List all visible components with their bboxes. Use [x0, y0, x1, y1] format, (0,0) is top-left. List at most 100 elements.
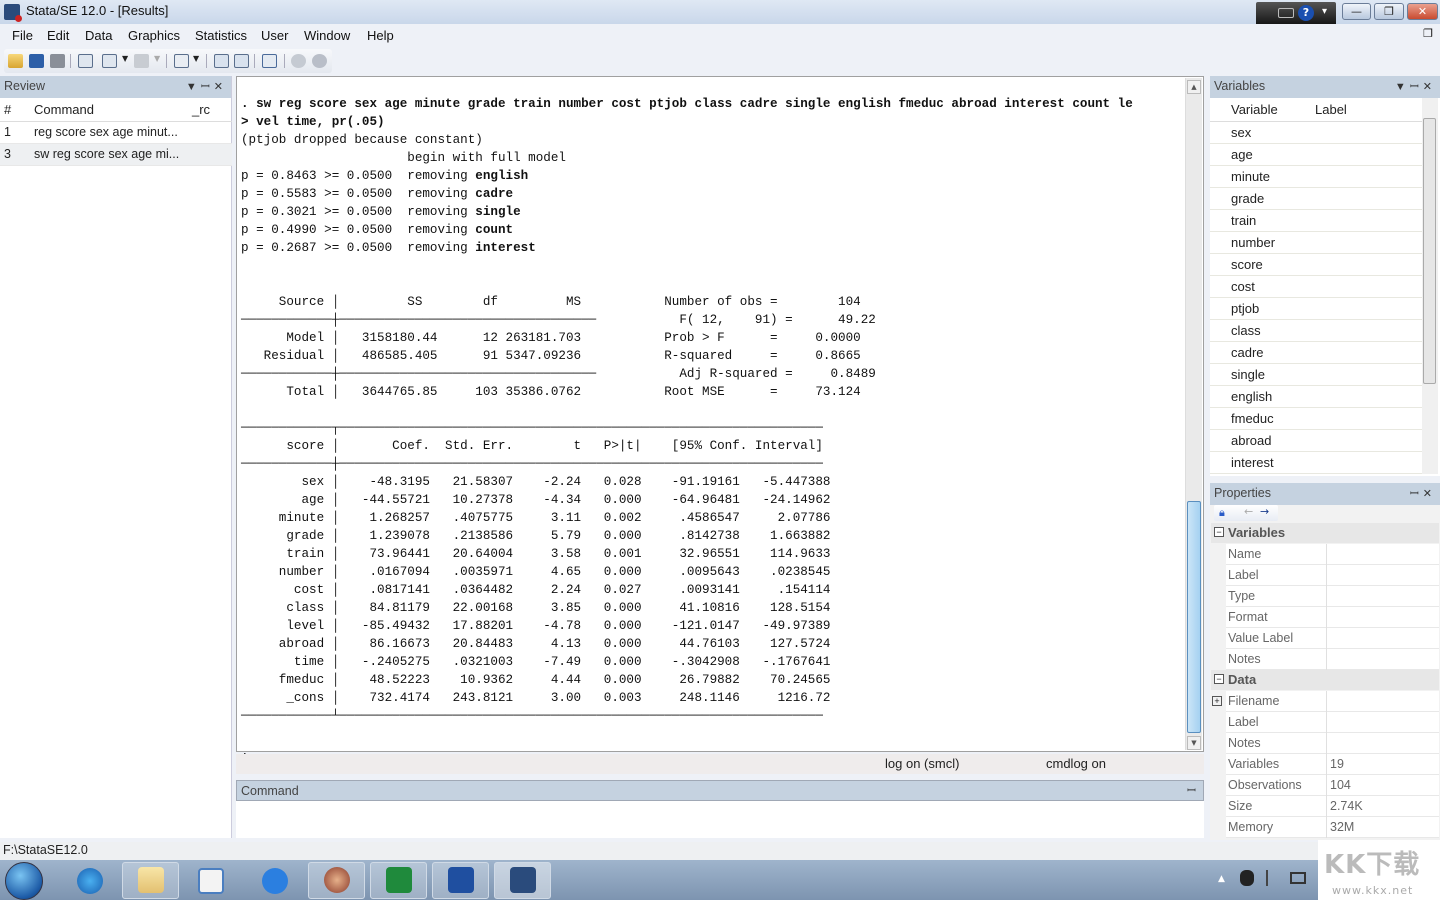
variable-row[interactable]: sex	[1210, 122, 1422, 144]
menu-user[interactable]: User	[261, 28, 288, 43]
media-player-icon[interactable]	[198, 868, 224, 894]
viewer-icon[interactable]	[102, 54, 117, 68]
variable-row[interactable]: class	[1210, 320, 1422, 342]
variable-row[interactable]: abroad	[1210, 430, 1422, 452]
save-icon[interactable]	[29, 54, 44, 68]
expand-icon[interactable]: +	[1212, 696, 1222, 706]
variable-row[interactable]: age	[1210, 144, 1422, 166]
property-group-variables[interactable]: − Variables	[1211, 523, 1439, 543]
taskbar-word[interactable]	[432, 862, 489, 899]
minimize-button[interactable]: —	[1342, 3, 1371, 20]
collapse-icon[interactable]: −	[1214, 674, 1224, 684]
forward-arrow-icon[interactable]: →	[1260, 505, 1269, 518]
property-row[interactable]: Label	[1226, 712, 1439, 733]
help-icon[interactable]: ?	[1298, 5, 1314, 21]
variable-row[interactable]: number	[1210, 232, 1422, 254]
data-browser-icon[interactable]	[234, 54, 249, 68]
close-icon[interactable]: ✕	[214, 81, 227, 93]
variables-scrollbar[interactable]	[1422, 98, 1438, 474]
variable-row[interactable]: minute	[1210, 166, 1422, 188]
property-row[interactable]: Label	[1226, 565, 1439, 586]
property-group-data[interactable]: − Data	[1211, 670, 1439, 690]
do-file-editor-icon[interactable]	[174, 54, 189, 68]
menu-help[interactable]: Help	[367, 28, 394, 43]
taskbar-stata[interactable]	[494, 862, 551, 899]
maximize-button[interactable]: ❐	[1374, 3, 1404, 20]
property-row[interactable]: Value Label	[1226, 628, 1439, 649]
pin-icon[interactable]: ꟷ	[1410, 81, 1423, 93]
variables-manager-icon[interactable]	[262, 54, 277, 68]
property-row[interactable]: + Filename	[1212, 691, 1439, 712]
variable-row[interactable]: grade	[1210, 188, 1422, 210]
variable-row[interactable]: score	[1210, 254, 1422, 276]
column-rc[interactable]: _rc	[192, 102, 210, 117]
results-scrollbar[interactable]: ▲ ▼	[1185, 78, 1202, 750]
print-icon[interactable]	[50, 54, 65, 68]
column-variable[interactable]: Variable	[1231, 102, 1278, 117]
menu-data[interactable]: Data	[85, 28, 112, 43]
menu-statistics[interactable]: Statistics	[195, 28, 247, 43]
scroll-up-icon[interactable]: ▲	[1187, 80, 1201, 94]
variable-row[interactable]: ptjob	[1210, 298, 1422, 320]
variable-row[interactable]: english	[1210, 386, 1422, 408]
action-center-icon[interactable]	[1266, 870, 1280, 886]
property-row[interactable]: Format	[1226, 607, 1439, 628]
variable-row[interactable]: cost	[1210, 276, 1422, 298]
keyboard-icon[interactable]	[1278, 8, 1294, 18]
pin-icon[interactable]: ꟷ	[1410, 488, 1423, 500]
property-row[interactable]: Notes	[1226, 649, 1439, 670]
scroll-thumb[interactable]	[1423, 118, 1436, 384]
sogou-icon[interactable]	[262, 868, 288, 894]
menu-graphics[interactable]: Graphics	[128, 28, 180, 43]
variable-row[interactable]: interest	[1210, 452, 1422, 474]
network-icon[interactable]	[1290, 872, 1306, 884]
variable-row[interactable]: fmeduc	[1210, 408, 1422, 430]
data-editor-icon[interactable]	[214, 54, 229, 68]
close-icon[interactable]: ✕	[1423, 81, 1436, 93]
property-row[interactable]: Name	[1226, 544, 1439, 565]
close-icon[interactable]: ✕	[1423, 488, 1436, 500]
lock-icon[interactable]: 🔒︎	[1219, 506, 1225, 520]
review-row[interactable]: 3 sw reg score sex age mi...	[0, 144, 232, 166]
chevron-down-icon[interactable]: ▾	[1322, 6, 1327, 17]
property-row[interactable]: Variables 19	[1226, 754, 1439, 775]
filter-icon[interactable]: ▼	[186, 81, 201, 93]
chevron-down-icon[interactable]: ▼	[122, 54, 128, 63]
break-icon[interactable]	[312, 54, 327, 68]
show-hidden-icons[interactable]: ▲	[1218, 874, 1225, 884]
pin-icon[interactable]: ꟷ	[1187, 783, 1200, 798]
results-window[interactable]: . sw reg score sex age minute grade trai…	[236, 76, 1204, 759]
property-row[interactable]: Observations 104	[1226, 775, 1439, 796]
log-icon[interactable]	[78, 54, 93, 68]
column-num[interactable]: #	[4, 102, 11, 117]
variable-row[interactable]: single	[1210, 364, 1422, 386]
taskbar-excel[interactable]	[370, 862, 427, 899]
mdi-restore-icon[interactable]: ❐	[1423, 27, 1433, 40]
property-row[interactable]: Notes	[1226, 733, 1439, 754]
graph-icon[interactable]	[134, 54, 149, 68]
close-button[interactable]: ✕	[1407, 3, 1438, 20]
review-row[interactable]: 1 reg score sex age minut...	[0, 122, 232, 144]
chevron-down-icon[interactable]: ▼	[154, 54, 160, 63]
filter-icon[interactable]: ▼	[1395, 81, 1410, 93]
open-icon[interactable]	[8, 54, 23, 68]
chevron-down-icon[interactable]: ▼	[193, 54, 199, 63]
scroll-down-icon[interactable]: ▼	[1187, 736, 1201, 750]
collapse-icon[interactable]: −	[1214, 527, 1224, 537]
property-row[interactable]: Type	[1226, 586, 1439, 607]
qq-icon[interactable]	[1240, 870, 1254, 886]
back-arrow-icon[interactable]: ←	[1244, 505, 1253, 518]
command-input[interactable]	[236, 801, 1204, 838]
more-icon[interactable]	[291, 54, 306, 68]
column-label[interactable]: Label	[1315, 102, 1347, 117]
start-button[interactable]	[5, 862, 43, 900]
property-row[interactable]: Size 2.74K	[1226, 796, 1439, 817]
menu-window[interactable]: Window	[304, 28, 350, 43]
variable-row[interactable]: cadre	[1210, 342, 1422, 364]
internet-explorer-icon[interactable]	[77, 868, 103, 894]
taskbar-photo[interactable]	[308, 862, 365, 899]
menu-file[interactable]: File	[12, 28, 33, 43]
column-command[interactable]: Command	[34, 102, 94, 117]
menu-edit[interactable]: Edit	[47, 28, 69, 43]
scroll-thumb[interactable]	[1187, 501, 1201, 733]
